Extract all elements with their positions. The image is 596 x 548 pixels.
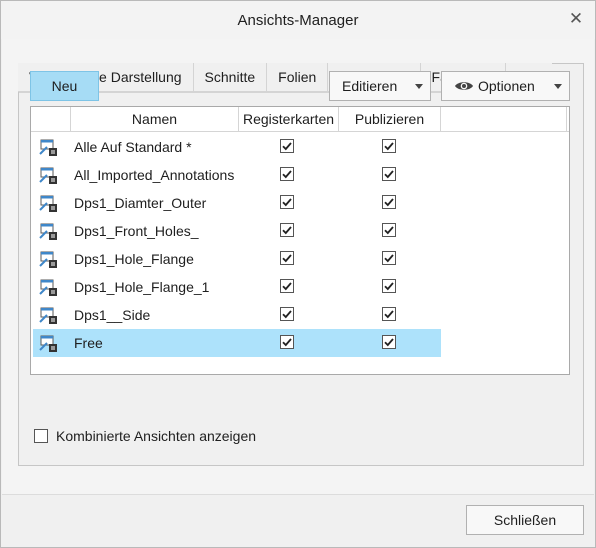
- combined-views-label: Kombinierte Ansichten anzeigen: [56, 428, 257, 444]
- publizieren-checkbox[interactable]: [382, 335, 396, 349]
- registerkarten-checkbox[interactable]: [280, 195, 294, 209]
- dialog-window: Ansichts-Manager ✕ Vereinfachte Darstell…: [0, 0, 596, 548]
- close-button[interactable]: Schließen: [466, 505, 584, 535]
- views-table: Namen Registerkarten Publizieren Alle Au…: [30, 106, 570, 375]
- registerkarten-checkbox[interactable]: [280, 335, 294, 349]
- column-header-names[interactable]: Namen: [71, 107, 239, 132]
- chevron-down-icon: [554, 84, 562, 89]
- eye-icon: [455, 82, 473, 90]
- options-button-label: Optionen: [478, 78, 535, 94]
- edit-button-label: Editieren: [342, 78, 398, 94]
- tab-layers[interactable]: Folien: [267, 63, 329, 92]
- publizieren-checkbox[interactable]: [382, 251, 396, 265]
- view-icon: [39, 195, 57, 212]
- options-dropdown-button[interactable]: Optionen: [441, 71, 570, 101]
- view-icon: [39, 167, 57, 184]
- title-bar: Ansichts-Manager ✕: [1, 1, 595, 39]
- registerkarten-checkbox[interactable]: [280, 307, 294, 321]
- table-row[interactable]: Dps1_Hole_Flange: [33, 245, 441, 273]
- publizieren-checkbox[interactable]: [382, 279, 396, 293]
- view-icon: [39, 223, 57, 240]
- publizieren-checkbox[interactable]: [382, 139, 396, 153]
- table-row[interactable]: Alle Auf Standard *: [33, 133, 441, 161]
- view-icon: [39, 139, 57, 156]
- column-header-publish[interactable]: Publizieren: [339, 107, 441, 132]
- publizieren-checkbox[interactable]: [382, 307, 396, 321]
- table-row[interactable]: Dps1_Diamter_Outer: [33, 189, 441, 217]
- edit-dropdown-button[interactable]: Editieren: [329, 71, 431, 101]
- registerkarten-checkbox[interactable]: [280, 223, 294, 237]
- row-name: Dps1__Side: [74, 307, 151, 323]
- header-filler: [441, 107, 567, 132]
- column-header-tabs[interactable]: Registerkarten: [239, 107, 339, 132]
- new-button[interactable]: Neu: [30, 71, 99, 101]
- table-row[interactable]: Dps1__Side: [33, 301, 441, 329]
- view-icon: [39, 307, 57, 324]
- close-icon[interactable]: ✕: [567, 9, 585, 29]
- publizieren-checkbox[interactable]: [382, 195, 396, 209]
- table-row[interactable]: Dps1_Hole_Flange_1: [33, 273, 441, 301]
- row-name: Dps1_Hole_Flange: [74, 251, 194, 267]
- table-row[interactable]: Free: [33, 329, 441, 357]
- registerkarten-checkbox[interactable]: [280, 167, 294, 181]
- window-title: Ansichts-Manager: [237, 12, 359, 29]
- tab-sections[interactable]: Schnitte: [193, 63, 268, 92]
- registerkarten-checkbox[interactable]: [280, 139, 294, 153]
- combined-views-checkbox[interactable]: [34, 429, 48, 443]
- chevron-down-icon: [415, 84, 423, 89]
- row-name: Dps1_Hole_Flange_1: [74, 279, 210, 295]
- publizieren-checkbox[interactable]: [382, 223, 396, 237]
- row-name: Dps1_Diamter_Outer: [74, 195, 207, 211]
- table-row[interactable]: All_Imported_Annotations: [33, 161, 441, 189]
- registerkarten-checkbox[interactable]: [280, 251, 294, 265]
- registerkarten-checkbox[interactable]: [280, 279, 294, 293]
- row-name: Alle Auf Standard *: [74, 139, 192, 155]
- publizieren-checkbox[interactable]: [382, 167, 396, 181]
- table-header: Namen Registerkarten Publizieren: [31, 107, 569, 132]
- header-icon-column: [31, 107, 71, 132]
- view-icon: [39, 251, 57, 268]
- table-row[interactable]: Dps1_Front_Holes_: [33, 217, 441, 245]
- row-name: All_Imported_Annotations: [74, 167, 235, 183]
- view-icon: [39, 335, 57, 352]
- row-name: Dps1_Front_Holes_: [74, 223, 199, 239]
- view-icon: [39, 279, 57, 296]
- row-name: Free: [74, 335, 103, 351]
